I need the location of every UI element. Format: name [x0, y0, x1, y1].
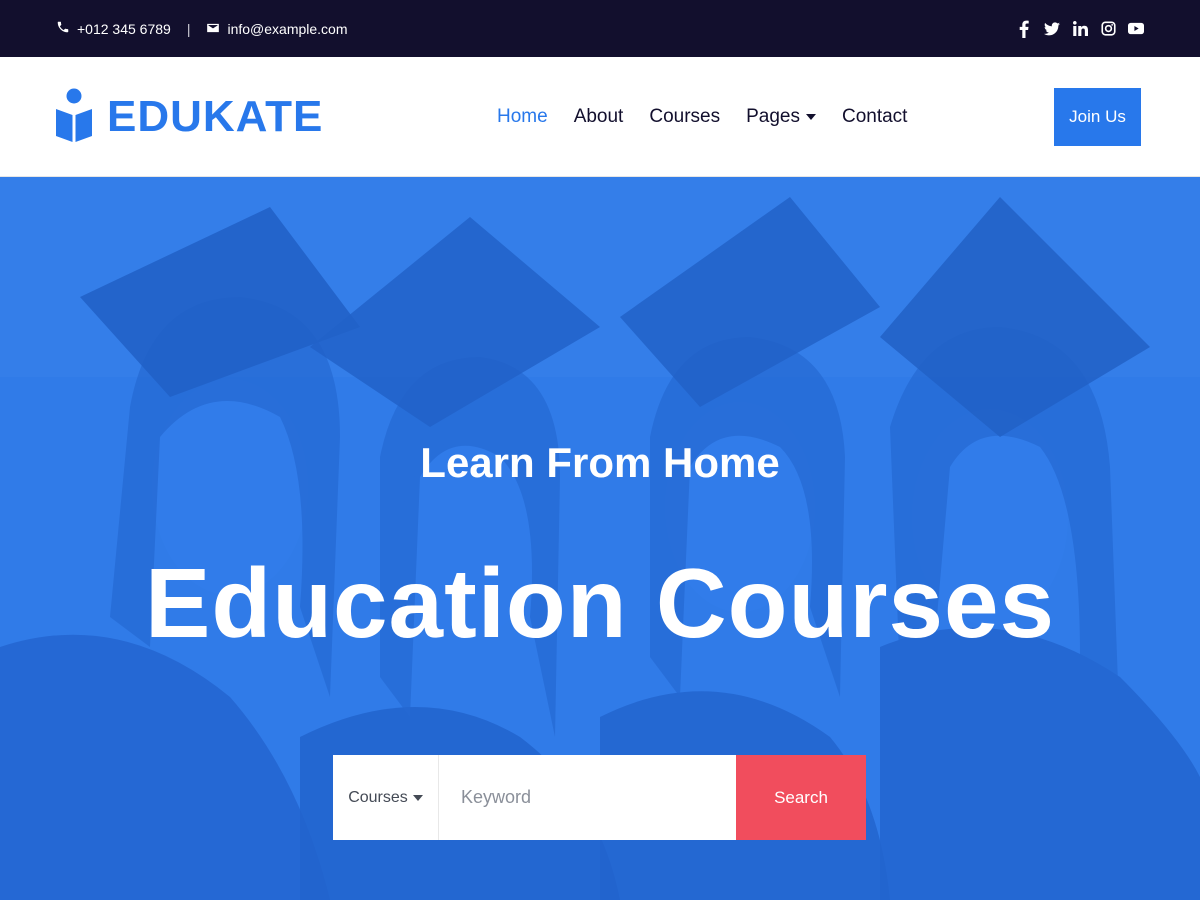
caret-down-icon — [805, 114, 816, 120]
nav-pages-dropdown[interactable]: Pages — [746, 106, 816, 128]
nav-contact-label: Contact — [841, 106, 908, 127]
nav-courses-label: Courses — [649, 106, 721, 127]
nav-courses[interactable]: Courses — [649, 106, 720, 128]
search-button[interactable]: Search — [736, 755, 866, 840]
youtube-icon[interactable] — [1128, 21, 1144, 37]
contact-separator: | — [186, 20, 191, 37]
keyword-input[interactable] — [439, 755, 736, 840]
main-navbar: EDUKATE Home About Courses Pages Contact… — [0, 57, 1200, 177]
brand-name: EDUKATE — [107, 92, 324, 141]
phone-icon — [56, 20, 70, 37]
nav-about-label: About — [573, 106, 624, 127]
nav-home[interactable]: Home — [497, 106, 548, 128]
nav-contact[interactable]: Contact — [842, 106, 907, 128]
reader-icon — [55, 87, 93, 148]
nav-pages-label: Pages — [746, 106, 800, 127]
nav-about[interactable]: About — [574, 106, 624, 128]
category-selected-value: Courses — [348, 788, 408, 806]
linkedin-icon[interactable] — [1072, 21, 1088, 37]
course-search-bar: Courses Search — [333, 755, 866, 840]
phone-number: +012 345 6789 — [77, 20, 171, 37]
primary-nav: Home About Courses Pages Contact — [497, 57, 933, 177]
twitter-icon[interactable] — [1044, 21, 1060, 37]
hero-subtitle: Learn From Home — [420, 439, 780, 486]
brand-logo[interactable]: EDUKATE — [55, 87, 323, 147]
phone-info: +012 345 6789 — [56, 20, 171, 37]
email-info: info@example.com — [206, 20, 348, 37]
caret-down-icon — [412, 794, 423, 801]
email-address: info@example.com — [227, 20, 348, 37]
social-links — [1016, 0, 1144, 57]
top-bar: +012 345 6789 | info@example.com — [0, 0, 1200, 57]
facebook-icon[interactable] — [1016, 20, 1032, 38]
contact-info: +012 345 6789 | info@example.com — [56, 0, 348, 57]
category-select[interactable]: Courses — [333, 755, 439, 840]
hero-title: Education Courses — [144, 548, 1056, 658]
join-us-button[interactable]: Join Us — [1054, 88, 1141, 146]
nav-home-label: Home — [497, 106, 548, 127]
hero-section: Learn From Home Education Courses Course… — [0, 177, 1200, 900]
envelope-icon — [206, 21, 220, 37]
instagram-icon[interactable] — [1100, 21, 1116, 37]
